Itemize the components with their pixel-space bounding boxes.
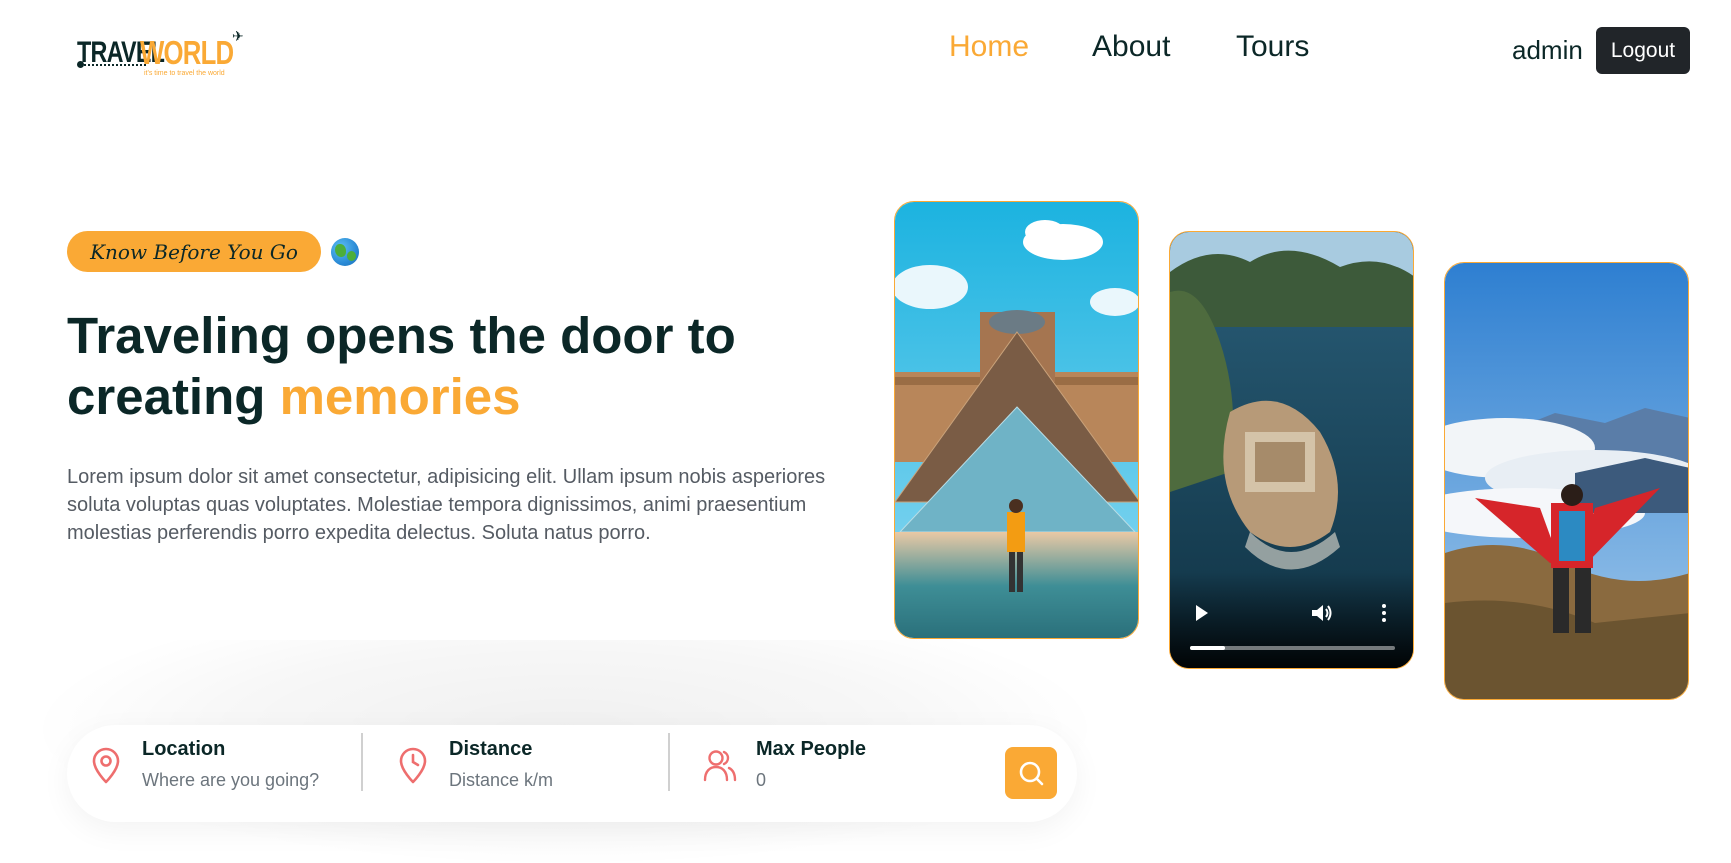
nav-home[interactable]: Home [949,30,1029,64]
map-pin-icon [92,747,120,784]
hero-title: Traveling opens the door to creating mem… [67,305,807,427]
search-distance-group: Distance [396,725,656,822]
header: TRAVEL WORLD ✈ it's time to travel the w… [0,0,1731,100]
search-bar: Location Distance Max People [67,725,1077,822]
search-location-group: Location [89,725,349,822]
distance-input[interactable] [449,767,649,793]
more-options-icon[interactable] [1382,604,1386,622]
airplane-icon: ✈ [232,28,244,44]
max-people-label: Max People [756,738,867,760]
nav-about[interactable]: About [1092,30,1170,64]
hero-title-highlight: memories [279,368,521,425]
hero-subtitle: Know Before You Go [67,231,321,272]
logout-button[interactable]: Logout [1596,27,1690,74]
nav-tours[interactable]: Tours [1236,30,1309,64]
globe-icon [331,237,359,266]
hero-subtitle-row: Know Before You Go [67,231,359,272]
volume-icon[interactable] [1312,604,1334,622]
video-progress-bar[interactable] [1190,646,1395,650]
search-max-people-group: Max People [703,725,963,822]
hero-description: Lorem ipsum dolor sit amet consectetur, … [67,466,826,544]
logo-tagline: it's time to travel the world [144,70,225,77]
users-icon [703,750,737,782]
search-button[interactable] [1005,747,1057,799]
play-icon[interactable] [1196,605,1208,621]
username: admin [1512,35,1583,65]
search-divider [668,733,670,791]
location-label: Location [142,738,226,760]
video-progress-fill [1190,646,1225,650]
hero-video-island[interactable] [1169,231,1414,669]
hero-image-louvre [894,201,1139,639]
logo-word-world: WORLD [140,34,234,71]
search-icon [1019,761,1044,786]
hero-image-hiker [1444,262,1689,700]
travel-world-logo[interactable]: TRAVEL WORLD ✈ it's time to travel the w… [77,28,252,82]
distance-label: Distance [449,738,533,760]
max-people-input[interactable] [756,767,956,793]
video-controls [1170,588,1413,668]
clock-icon [399,747,427,784]
location-input[interactable] [142,767,342,793]
search-divider [361,733,363,791]
